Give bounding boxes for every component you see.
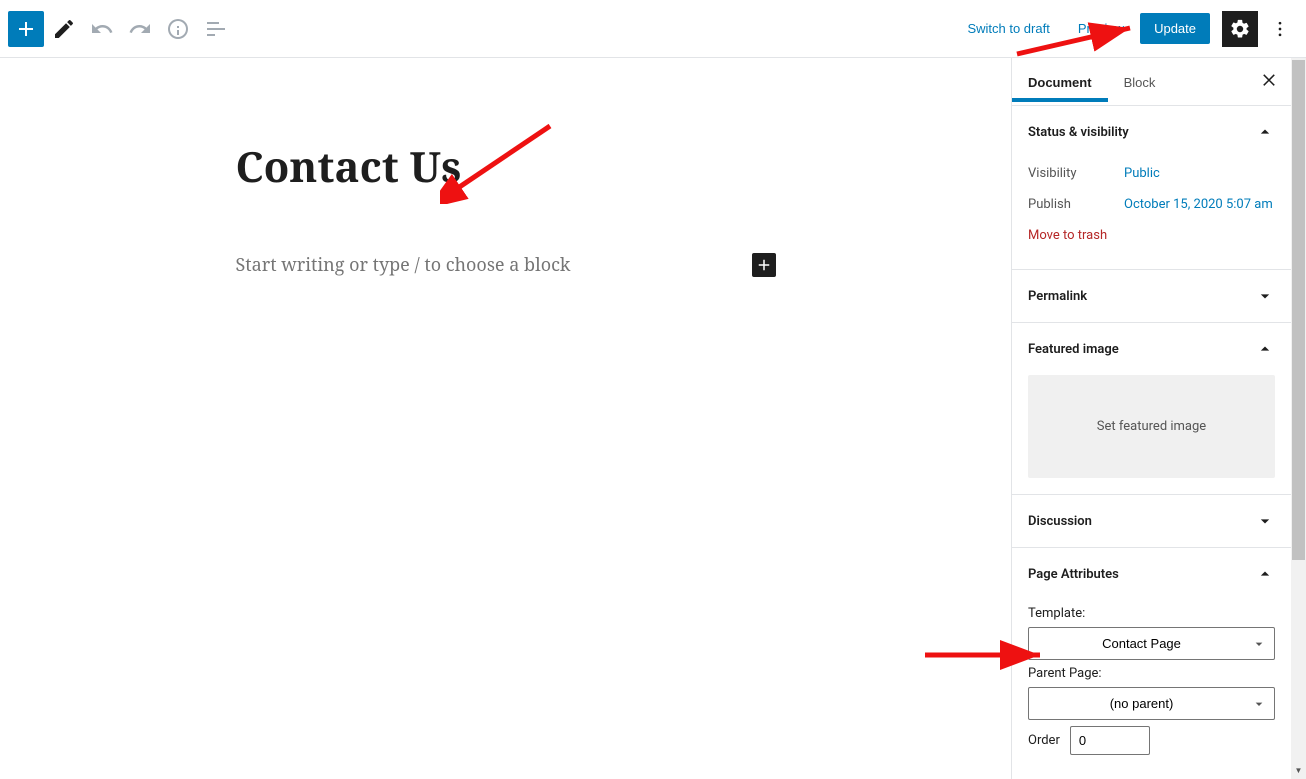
- panel-heading: Discussion: [1028, 514, 1092, 529]
- switch-to-draft-button[interactable]: Switch to draft: [955, 13, 1061, 44]
- settings-sidebar: Document Block Status & visibility Visib…: [1011, 58, 1291, 779]
- editor-toolbar: Switch to draft Preview Update: [0, 0, 1306, 58]
- undo-button[interactable]: [84, 11, 120, 47]
- toolbar-left-group: [8, 11, 234, 47]
- panel-heading: Featured image: [1028, 342, 1119, 357]
- more-options-button[interactable]: [1262, 11, 1298, 47]
- scrollbar-down-arrow[interactable]: ▼: [1292, 764, 1305, 777]
- visibility-label: Visibility: [1028, 166, 1124, 181]
- edit-mode-button[interactable]: [46, 11, 82, 47]
- plus-icon: [755, 256, 773, 274]
- parent-page-label: Parent Page:: [1028, 666, 1275, 681]
- panel-status-visibility: Status & visibility Visibility Public Pu…: [1012, 106, 1291, 270]
- info-button[interactable]: [160, 11, 196, 47]
- panel-page-attributes: Page Attributes Template: Contact Page P…: [1012, 548, 1291, 771]
- close-sidebar-button[interactable]: [1247, 60, 1291, 104]
- tab-document[interactable]: Document: [1012, 61, 1108, 102]
- publish-value[interactable]: October 15, 2020 5:07 am: [1124, 197, 1273, 212]
- scrollbar-thumb[interactable]: [1292, 60, 1305, 560]
- update-button[interactable]: Update: [1140, 13, 1210, 44]
- info-icon: [166, 17, 190, 41]
- editor-canvas: Contact Us: [0, 58, 1011, 779]
- panel-discussion: Discussion: [1012, 495, 1291, 548]
- redo-button[interactable]: [122, 11, 158, 47]
- outline-button[interactable]: [198, 11, 234, 47]
- panel-heading: Status & visibility: [1028, 125, 1129, 140]
- set-featured-image-button[interactable]: Set featured image: [1028, 375, 1275, 478]
- add-block-button[interactable]: [8, 11, 44, 47]
- tab-block[interactable]: Block: [1108, 61, 1172, 102]
- chevron-down-icon: [1255, 511, 1275, 531]
- panel-toggle-featured[interactable]: Featured image: [1012, 323, 1291, 375]
- inline-add-block-button[interactable]: [752, 253, 776, 277]
- publish-label: Publish: [1028, 197, 1124, 212]
- chevron-down-icon: [1255, 286, 1275, 306]
- parent-page-select[interactable]: (no parent): [1028, 687, 1275, 720]
- plus-icon: [14, 17, 38, 41]
- block-appender-input[interactable]: [236, 253, 742, 277]
- outline-icon: [204, 17, 228, 41]
- panel-toggle-permalink[interactable]: Permalink: [1012, 270, 1291, 322]
- pencil-icon: [52, 17, 76, 41]
- sidebar-tabs: Document Block: [1012, 58, 1291, 106]
- order-label: Order: [1028, 733, 1060, 748]
- panel-toggle-discussion[interactable]: Discussion: [1012, 495, 1291, 547]
- gear-icon: [1229, 18, 1251, 40]
- panel-toggle-attributes[interactable]: Page Attributes: [1012, 548, 1291, 600]
- more-vertical-icon: [1270, 19, 1290, 39]
- panel-toggle-status[interactable]: Status & visibility: [1012, 106, 1291, 158]
- close-icon: [1260, 70, 1278, 88]
- template-select[interactable]: Contact Page: [1028, 627, 1275, 660]
- settings-toggle-button[interactable]: [1222, 11, 1258, 47]
- panel-featured-image: Featured image Set featured image: [1012, 323, 1291, 495]
- panel-heading: Permalink: [1028, 289, 1087, 304]
- visibility-value[interactable]: Public: [1124, 166, 1160, 181]
- chevron-up-icon: [1255, 564, 1275, 584]
- template-label: Template:: [1028, 606, 1275, 621]
- preview-button[interactable]: Preview: [1066, 13, 1136, 44]
- order-input[interactable]: [1070, 726, 1150, 755]
- page-title[interactable]: Contact Us: [236, 138, 776, 195]
- panel-permalink: Permalink: [1012, 270, 1291, 323]
- undo-icon: [90, 17, 114, 41]
- chevron-up-icon: [1255, 339, 1275, 359]
- move-to-trash-link[interactable]: Move to trash: [1028, 220, 1107, 253]
- panel-heading: Page Attributes: [1028, 567, 1119, 582]
- redo-icon: [128, 17, 152, 41]
- chevron-up-icon: [1255, 122, 1275, 142]
